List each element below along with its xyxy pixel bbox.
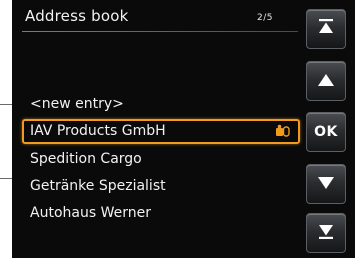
list-item-iav-products[interactable]: IAV Products GmbH (22, 119, 300, 144)
up-arrow-icon (317, 72, 335, 91)
page-title: Address book (25, 7, 129, 25)
scroll-up-button[interactable] (306, 61, 346, 101)
list-item-label: Autohaus Werner (30, 205, 151, 221)
title-divider (22, 31, 298, 32)
page-down-icon (317, 222, 335, 244)
ok-button-label: OK (314, 124, 338, 140)
device-screen: Address book 2/5 <new entry> IAV Product… (12, 0, 355, 258)
list-item-autohaus-werner[interactable]: Autohaus Werner (22, 201, 300, 226)
scroll-button-column: OK (298, 0, 355, 258)
list-item-label: <new entry> (30, 96, 124, 112)
page-down-button[interactable] (306, 213, 346, 253)
page-up-button[interactable] (306, 9, 346, 49)
list-item-getraenke-spezialist[interactable]: Getränke Spezialist (22, 174, 300, 199)
list-item-label: Spedition Cargo (30, 151, 142, 167)
contact-card-icon (275, 124, 290, 138)
page-up-icon (317, 18, 335, 40)
list-item-spedition-cargo[interactable]: Spedition Cargo (22, 147, 300, 172)
list-item-new-entry[interactable]: <new entry> (22, 92, 300, 117)
ok-button[interactable]: OK (306, 112, 346, 152)
list-item-label: Getränke Spezialist (30, 178, 166, 194)
list-item-label: IAV Products GmbH (30, 123, 166, 139)
scroll-down-button[interactable] (306, 164, 346, 204)
down-arrow-icon (317, 175, 335, 194)
page-counter: 2/5 (257, 13, 273, 23)
